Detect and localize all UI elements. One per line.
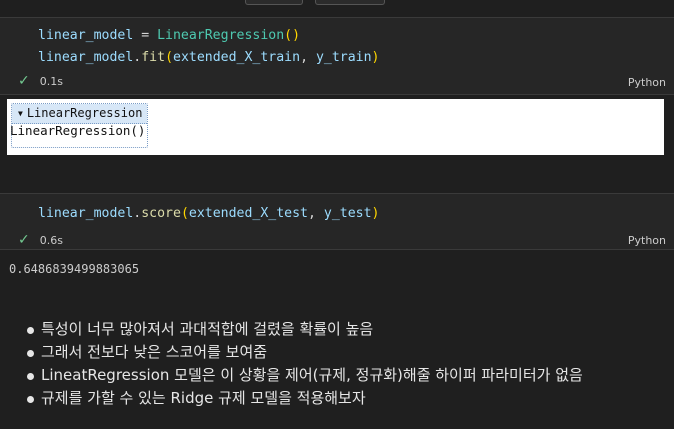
code-cell-fit[interactable]: linear_model = LinearRegression() linear… — [0, 17, 674, 95]
execution-time: 0.1s — [39, 74, 63, 88]
code-line[interactable]: linear_model.fit(extended_X_train, y_tra… — [38, 50, 379, 65]
code-line[interactable]: linear_model = LinearRegression() — [38, 28, 300, 43]
code-line[interactable]: linear_model.score(extended_X_test, y_te… — [38, 206, 379, 221]
score-output: 0.6486839499883065 — [9, 262, 140, 276]
code-token: linear_model — [38, 28, 134, 43]
code-token: LinearRegression — [157, 28, 285, 43]
estimator-repr: LinearRegression() — [10, 123, 146, 138]
code-token: extended_X_train — [173, 50, 301, 65]
bullet-icon — [27, 350, 34, 357]
cell-status: ✓ 0.6s — [18, 232, 63, 248]
bullet-icon — [27, 327, 34, 334]
code-token: ( — [165, 50, 174, 65]
bullet-icon — [27, 396, 34, 403]
code-token: linear_model — [38, 206, 134, 221]
toolbar-button[interactable] — [245, 0, 303, 5]
execution-time: 0.6s — [39, 233, 63, 247]
cell-status: ✓ 0.1s — [18, 73, 63, 89]
code-cell-score[interactable]: linear_model.score(extended_X_test, y_te… — [0, 193, 674, 250]
estimator-name: LinearRegression — [26, 106, 143, 120]
bullet-icon — [27, 373, 34, 380]
check-icon: ✓ — [18, 232, 30, 248]
triangle-down-icon: ▼ — [18, 109, 23, 118]
list-item: LineatRegression 모델은 이 상황을 제어(규제, 정규화)해줄… — [0, 364, 583, 387]
code-token: , — [307, 206, 324, 221]
list-item: 특성이 너무 많아져서 과대적합에 걸렸을 확률이 높음 — [0, 318, 583, 341]
language-label[interactable]: Python — [628, 76, 666, 89]
check-icon: ✓ — [18, 73, 30, 89]
list-item: 그래서 전보다 낮은 스코어를 보여줌 — [0, 341, 583, 364]
code-token: y_train — [315, 50, 372, 65]
code-token: ) — [371, 206, 380, 221]
code-token: score — [141, 206, 181, 221]
code-token: = — [133, 28, 158, 43]
language-label[interactable]: Python — [628, 234, 666, 247]
code-token: fit — [141, 50, 166, 65]
code-token: linear_model — [38, 50, 134, 65]
code-token: ) — [371, 50, 380, 65]
cell-output-estimator: ▼ LinearRegression LinearRegression() — [7, 99, 664, 155]
estimator-header[interactable]: ▼ LinearRegression — [12, 104, 147, 124]
code-token: ( — [180, 206, 189, 221]
code-token: , — [300, 50, 316, 65]
code-token: y_test — [323, 206, 372, 221]
list-item: 규제를 가할 수 있는 Ridge 규제 모델을 적용해보자 — [0, 387, 583, 410]
code-token: () — [284, 28, 301, 43]
toolbar-button[interactable] — [315, 0, 385, 5]
markdown-notes: 특성이 너무 많아져서 과대적합에 걸렸을 확률이 높음 그래서 전보다 낮은 … — [0, 318, 583, 410]
code-token: extended_X_test — [188, 206, 308, 221]
